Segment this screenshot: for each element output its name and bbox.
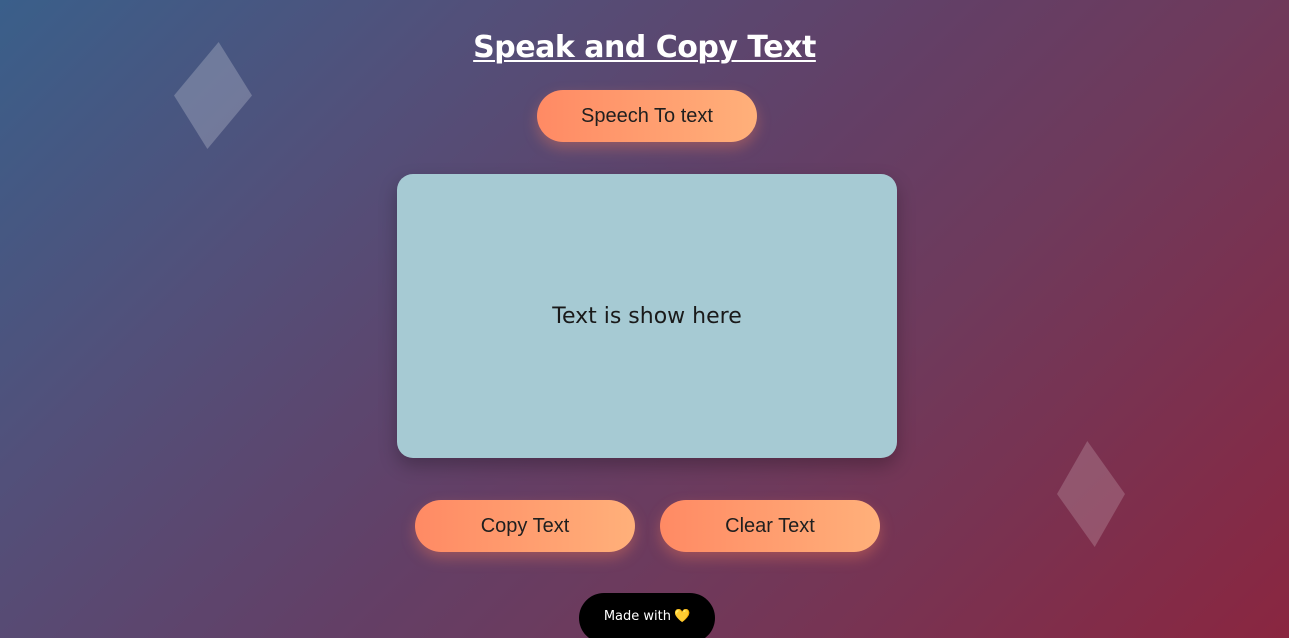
clear-text-button[interactable]: Clear Text: [660, 500, 880, 552]
decorative-diamond-shape: [1053, 441, 1128, 547]
text-output: Text is show here: [552, 303, 742, 329]
page-title: Speak and Copy Text: [473, 30, 816, 65]
heart-icon: 💛: [673, 609, 691, 624]
made-with-badge: Made with 💛: [579, 593, 715, 638]
speech-to-text-button[interactable]: Speech To text: [537, 90, 757, 142]
text-output-box: Text is show here: [397, 174, 897, 458]
footer-label: Made with: [603, 609, 671, 624]
copy-text-button[interactable]: Copy Text: [415, 500, 635, 552]
